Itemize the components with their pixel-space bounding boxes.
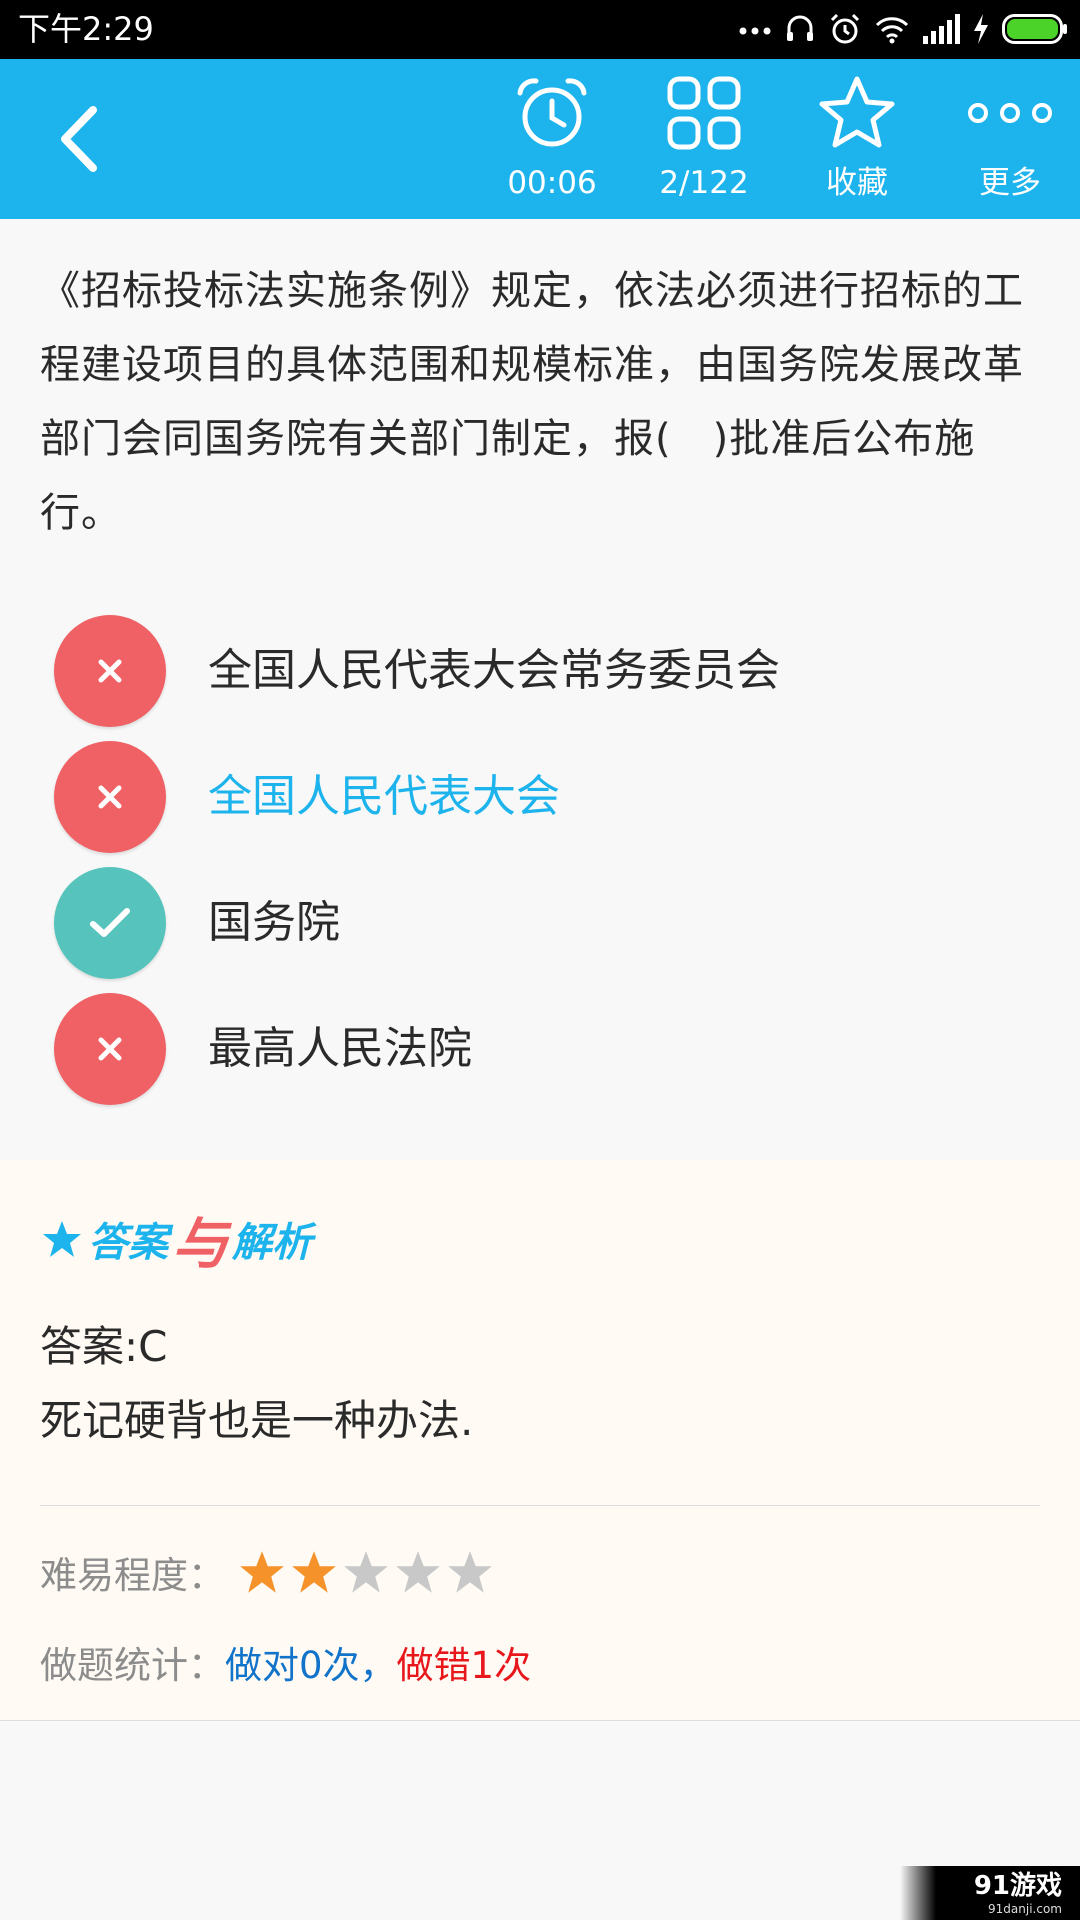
status-bar: 下午2:29	[0, 0, 1080, 59]
progress-label: 2/122	[659, 165, 749, 201]
favorite-button[interactable]: 收藏	[787, 71, 927, 211]
star-empty-icon	[344, 1551, 388, 1593]
status-time: 下午2:29	[18, 10, 154, 48]
option-a[interactable]: 全国人民代表大会常务委员会	[54, 608, 1034, 734]
wrong-mark	[54, 741, 166, 853]
timer-button[interactable]: 00:06	[482, 71, 622, 211]
correct-mark	[54, 867, 166, 979]
battery-icon	[1002, 14, 1067, 44]
star-icon	[43, 1221, 81, 1257]
option-d-text: 最高人民法院	[208, 1023, 472, 1074]
star-outline-icon	[819, 76, 895, 148]
cross-icon	[98, 1037, 122, 1061]
cross-icon	[98, 785, 122, 809]
more-dots-icon	[739, 27, 771, 35]
answer-text: 答案:C	[40, 1322, 168, 1371]
charging-icon	[974, 14, 988, 44]
timer-label: 00:06	[507, 165, 597, 201]
stats-separator: ，	[359, 1644, 397, 1687]
analysis-title: 答案 与 解析	[42, 1204, 312, 1277]
question-text: 《招标投标法实施条例》规定，依法必须进行招标的工程建设项目的具体范围和规模标准，…	[40, 268, 1024, 536]
question-grid-button[interactable]: 2/122	[634, 71, 774, 211]
difficulty-label: 难易程度：	[40, 1554, 225, 1597]
option-b[interactable]: 全国人民代表大会	[54, 734, 1034, 860]
grid-icon	[667, 76, 741, 150]
watermark-logo: 91游戏	[973, 1871, 1062, 1901]
analysis-title-and: 与	[172, 1211, 228, 1277]
option-b-text: 全国人民代表大会	[208, 771, 560, 822]
wrong-mark	[54, 993, 166, 1105]
wrong-mark	[54, 615, 166, 727]
back-button[interactable]	[30, 89, 130, 189]
more-label: 更多	[979, 165, 1041, 201]
analysis-title-explain: 解析	[232, 1220, 312, 1266]
stats-correct: 做对0次	[225, 1644, 360, 1687]
stats-wrong: 做错1次	[396, 1644, 532, 1687]
star-empty-icon	[448, 1551, 492, 1593]
divider	[40, 1505, 1040, 1506]
more-icon	[968, 103, 1052, 123]
alarm-icon	[830, 13, 860, 44]
signal-icon	[923, 14, 960, 44]
status-icons	[738, 8, 1068, 50]
alarm-clock-icon	[517, 78, 587, 147]
back-arrow-icon	[61, 106, 97, 172]
wifi-icon	[875, 17, 909, 44]
star-filled-icon	[240, 1551, 284, 1593]
difficulty-stars	[239, 1549, 493, 1595]
more-button[interactable]: 更多	[940, 71, 1080, 211]
check-icon	[90, 908, 130, 937]
app-bar: 00:06 2/122 收藏 更多	[0, 59, 1080, 219]
difficulty-row: 难易程度：	[40, 1542, 493, 1602]
watermark-url: 91danji.com	[988, 1902, 1062, 1916]
star-empty-icon	[396, 1551, 440, 1593]
option-a-text: 全国人民代表大会常务委员会	[208, 645, 780, 696]
option-c-text: 国务院	[208, 897, 340, 948]
option-c[interactable]: 国务院	[54, 860, 1034, 986]
cross-icon	[98, 659, 122, 683]
stats-label: 做题统计：	[40, 1644, 225, 1687]
analysis-panel: 答案 与 解析 答案:C 死记硬背也是一种办法. 难易程度： 做题统计： 做对0…	[0, 1160, 1080, 1721]
stats-row: 做题统计： 做对0次 ， 做错1次	[40, 1632, 531, 1692]
option-d[interactable]: 最高人民法院	[54, 986, 1034, 1112]
favorite-label: 收藏	[826, 165, 888, 201]
option-list: 全国人民代表大会常务委员会 全国人民代表大会 国务院 最高人民法院	[54, 608, 1034, 1112]
headset-icon	[787, 15, 813, 41]
explanation-text: 死记硬背也是一种办法.	[40, 1396, 474, 1445]
watermark: 91游戏 91danji.com	[900, 1866, 1080, 1920]
analysis-title-answer: 答案	[88, 1220, 168, 1266]
star-filled-icon	[292, 1551, 336, 1593]
